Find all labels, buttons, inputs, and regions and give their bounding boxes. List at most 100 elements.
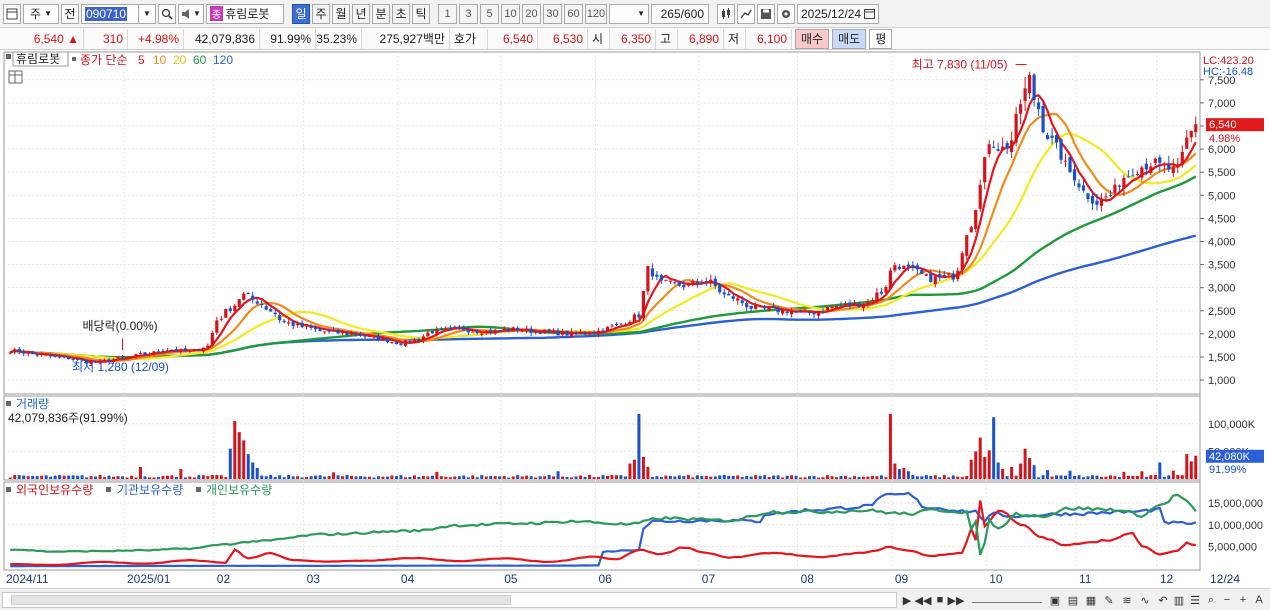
candle-body <box>22 351 26 354</box>
volume-bar <box>269 474 273 479</box>
interval-20-button[interactable]: 20 <box>522 3 541 24</box>
price-tick-label: 1,500 <box>1208 352 1236 364</box>
zoom-window-icon[interactable]: ▤ <box>1066 592 1080 608</box>
volume-bar <box>134 477 138 479</box>
period-minute-button[interactable]: 분 <box>372 3 390 24</box>
volume-bar <box>686 474 690 479</box>
period-tick-button[interactable]: 틱 <box>412 3 430 24</box>
candle-body <box>565 330 569 336</box>
volume-bar <box>767 477 771 479</box>
volume-bar <box>13 474 17 479</box>
period-week-button[interactable]: 주 <box>312 3 330 24</box>
interval-10-button[interactable]: 10 <box>501 3 520 24</box>
period-label: 분 <box>375 7 387 21</box>
period-second-button[interactable]: 초 <box>392 3 410 24</box>
period-month-button[interactable]: 월 <box>332 3 350 24</box>
candle-body <box>727 293 731 296</box>
window-layout-icon[interactable] <box>3 3 21 24</box>
high-price: 6,890 <box>678 28 724 49</box>
code-dropdown-button[interactable]: ▼ <box>138 3 156 24</box>
sell-button[interactable]: 매도 <box>832 28 867 49</box>
scroll-right-icon[interactable]: ▶ <box>900 592 914 608</box>
chart-scrollbar[interactable] <box>2 592 897 608</box>
volume-bar <box>749 476 753 479</box>
scrollbar-thumb[interactable] <box>11 595 511 605</box>
layout-icon[interactable]: ▥ <box>1172 592 1186 608</box>
candle-body <box>983 157 987 183</box>
candle-body <box>327 330 331 332</box>
volume-bar <box>870 476 874 479</box>
average-button[interactable]: 평 <box>869 28 893 49</box>
candle-body <box>1113 184 1117 193</box>
zoom-slider[interactable] <box>972 595 1042 603</box>
search-button[interactable] <box>158 3 176 24</box>
fibonacci-icon[interactable]: ≋ <box>1120 592 1134 608</box>
volume-bar <box>359 476 363 479</box>
interval-120-button[interactable]: 120 <box>585 3 607 24</box>
search-icon[interactable]: ⌕ <box>1204 592 1218 608</box>
stock-name-field[interactable]: 종 휴림로봇 <box>206 3 284 24</box>
candle-body <box>116 357 120 359</box>
volume-bar <box>399 475 403 479</box>
volume-bar <box>866 476 870 479</box>
period-year-button[interactable]: 년 <box>352 3 370 24</box>
volume-bar <box>745 476 749 479</box>
candle-body <box>556 330 560 336</box>
volume-bar <box>911 475 915 479</box>
date-input[interactable]: 2025/12/24 <box>797 3 879 24</box>
zoom-fit-icon[interactable]: ▣ <box>1048 592 1062 608</box>
candle-body <box>1032 74 1036 100</box>
candle-body <box>134 354 138 358</box>
speaker-button[interactable]: ▼ <box>178 3 204 24</box>
chart-area[interactable]: 7,5007,0006,5006,0005,5005,0004,5004,000… <box>0 51 1270 589</box>
bottom-bar: ▶ ◀◀ ■ ▶▶ ▣ ▤ ▦ ✎ ≋ ∿ ↶ ▥ ☰ ⌕ − + A <box>0 588 1270 610</box>
period-label: 월 <box>335 7 347 21</box>
volume-bar <box>147 477 151 479</box>
interval-5-button[interactable]: 5 <box>480 3 499 24</box>
grid-icon[interactable]: ▦ <box>1084 592 1098 608</box>
candle-body <box>947 273 951 275</box>
market-select[interactable]: 주 ▼ <box>23 3 59 24</box>
save-button[interactable] <box>757 3 775 24</box>
interval-1-button[interactable]: 1 <box>438 3 457 24</box>
candle-body <box>1090 196 1095 204</box>
volume-bar <box>772 475 776 479</box>
prev-button[interactable]: 전 <box>61 3 79 24</box>
fast-forward-icon[interactable]: ▶▶ <box>948 592 965 608</box>
candle-body <box>785 311 789 314</box>
interval-custom-select[interactable]: ▼ <box>609 3 649 24</box>
period-day-button[interactable]: 일 <box>292 3 310 24</box>
interval-3-button[interactable]: 3 <box>459 3 478 24</box>
y-tick-labels: 7,5007,0006,5006,0005,5005,0004,5004,000… <box>1200 75 1263 553</box>
settings-button[interactable] <box>777 3 795 24</box>
candle-type-button[interactable] <box>717 3 735 24</box>
volume-bar <box>682 476 686 479</box>
interval-30-button[interactable]: 30 <box>543 3 562 24</box>
buy-button[interactable]: 매수 <box>795 28 830 49</box>
stop-icon[interactable]: ■ <box>934 592 946 608</box>
font-size-icon[interactable]: A <box>1252 592 1266 608</box>
zoom-out-icon[interactable]: − <box>1220 592 1234 608</box>
volume-bar <box>1176 474 1180 479</box>
line-draw-button[interactable] <box>737 3 755 24</box>
volume-bar <box>489 475 493 479</box>
zoom-in-icon[interactable]: + <box>1236 592 1250 608</box>
stock-code-input[interactable]: 090710 <box>81 3 139 24</box>
stock-chart-svg[interactable]: 7,5007,0006,5006,0005,5005,0004,5004,000… <box>0 51 1270 589</box>
candle-body <box>376 335 381 341</box>
volume-bar <box>695 475 699 479</box>
volume-bar <box>394 476 398 479</box>
volume-bar <box>475 477 479 479</box>
wave-tool-icon[interactable]: ∿ <box>1138 592 1152 608</box>
candle-body <box>219 318 223 320</box>
rewind-icon[interactable]: ◀◀ <box>915 592 932 608</box>
candle-body <box>358 333 363 336</box>
candle-body <box>969 227 973 233</box>
data-count-input[interactable]: 265/600 <box>651 3 709 24</box>
candle-body <box>206 345 210 348</box>
interval-60-button[interactable]: 60 <box>564 3 583 24</box>
drawing-tool-icon[interactable]: ✎ <box>1102 592 1116 608</box>
chart-menu-icon[interactable]: ☰ <box>1188 592 1202 608</box>
undo-icon[interactable]: ↶ <box>1156 592 1170 608</box>
candle-body <box>960 253 964 270</box>
